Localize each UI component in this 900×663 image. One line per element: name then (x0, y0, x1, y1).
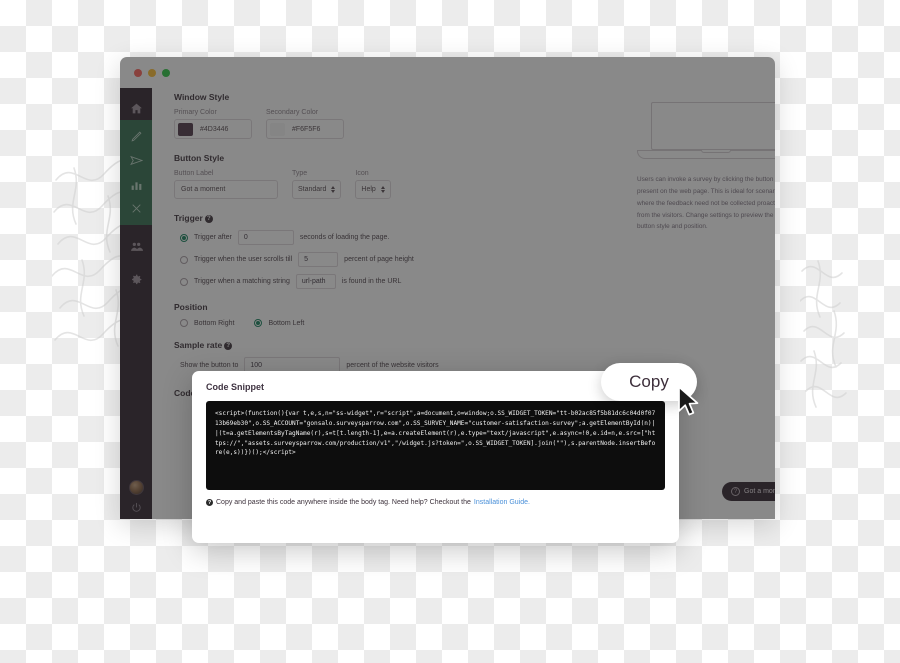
wave-decoration-right (800, 260, 847, 408)
page-root: Window Style Primary Color #4D3446 Secon… (0, 0, 900, 663)
modal-title: Code Snippet (206, 382, 264, 392)
modal-footer: ? Copy and paste this code anywhere insi… (206, 499, 665, 506)
info-icon: ? (206, 499, 213, 506)
installation-guide-link[interactable]: Installation Guide. (474, 499, 530, 506)
code-text: <script>(function(){var t,e,s,n="ss-widg… (215, 410, 656, 457)
code-block[interactable]: <script>(function(){var t,e,s,n="ss-widg… (206, 401, 665, 490)
mouse-cursor (678, 386, 699, 416)
modal-footer-text: Copy and paste this code anywhere inside… (216, 499, 471, 506)
code-snippet-modal: Code Snippet <script>(function(){var t,e… (192, 371, 679, 543)
